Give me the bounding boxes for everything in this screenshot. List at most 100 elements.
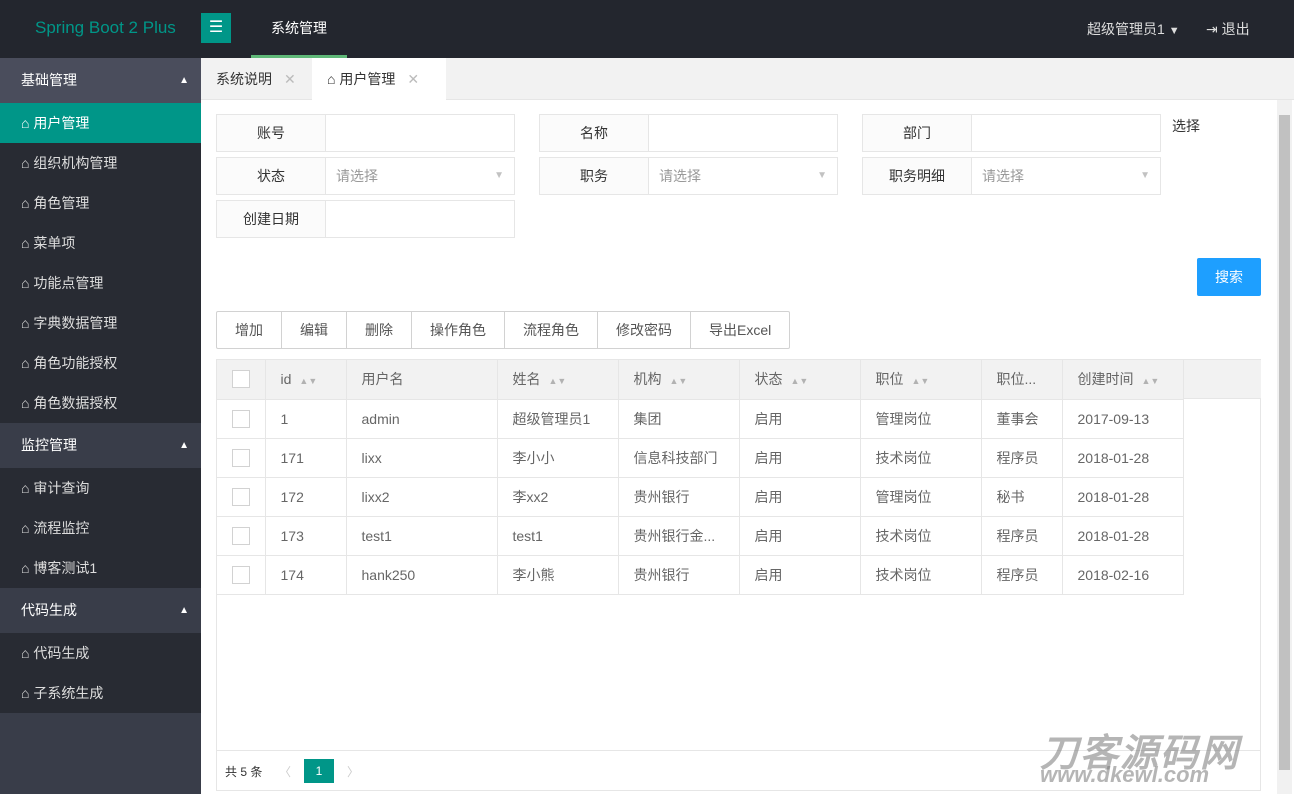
column-header[interactable]: 创建时间 ▲▼ — [1061, 360, 1184, 400]
logout-label: 退出 — [1221, 21, 1250, 37]
select-link[interactable]: 选择 — [1172, 116, 1200, 136]
column-header[interactable]: 机构 ▲▼ — [617, 360, 740, 400]
table-row[interactable]: 174 hank250 李小熊 贵州银行 启用 技术岗位 程序员 2018-02-16 — [217, 554, 1184, 595]
sort-icon[interactable]: ▲▼ — [791, 376, 809, 386]
caret-down-icon: ▼ — [1168, 25, 1180, 37]
toolbar-button[interactable]: 编辑 — [282, 312, 347, 348]
close-icon[interactable]: ✕ — [284, 71, 296, 87]
sidebar: 基础管理 ▲ ⌂ 用户管理 ⌂ 组织机构管理 ⌂ 角色管理 ⌂ 菜单项 ⌂ 功能点管理 ⌂ 字… — [0, 58, 201, 794]
sidebar-item[interactable]: ⌂ 角色数据授权 — [0, 383, 201, 423]
field-input[interactable] — [649, 115, 837, 151]
next-page-button[interactable]: 〉 — [347, 763, 359, 780]
form-field: 状态 请选择 ▼ — [216, 157, 515, 195]
table-row[interactable]: 172 lixx2 李xx2 贵州银行 启用 管理岗位 秘书 2018-01-28 — [217, 476, 1184, 517]
table-cell: 2017-09-13 — [1061, 398, 1184, 439]
checkbox[interactable] — [232, 448, 250, 467]
sort-icon[interactable]: ▲▼ — [1142, 376, 1160, 386]
page-1-button[interactable]: 1 — [304, 759, 334, 783]
row-select[interactable] — [217, 476, 266, 517]
table-cell: 171 — [264, 437, 347, 478]
table-cell: 174 — [264, 554, 347, 595]
sort-icon[interactable]: ▲▼ — [549, 376, 567, 386]
table-cell: 启用 — [738, 554, 861, 595]
scrollbar-thumb[interactable] — [1279, 115, 1290, 770]
close-icon[interactable]: ✕ — [407, 71, 419, 87]
search-button[interactable]: 搜索 — [1197, 258, 1261, 296]
sidebar-item[interactable]: ⌂ 子系统生成 — [0, 673, 201, 713]
column-header[interactable]: 职位 ▲▼ — [859, 360, 982, 400]
prev-page-button[interactable]: 〈 — [279, 763, 291, 780]
sidebar-group[interactable]: 基础管理 ▲ — [0, 58, 201, 103]
sidebar-group[interactable]: 代码生成 ▲ — [0, 588, 201, 633]
table-cell: 启用 — [738, 515, 861, 556]
toolbar-button[interactable]: 操作角色 — [412, 312, 505, 348]
toolbar-button[interactable]: 流程角色 — [505, 312, 598, 348]
checkbox[interactable] — [232, 409, 250, 428]
table-cell: 173 — [264, 515, 347, 556]
sidebar-item[interactable]: ⌂ 字典数据管理 — [0, 303, 201, 343]
sidebar-item-label: 博客测试1 — [33, 560, 98, 576]
table-cell: 信息科技部门 — [617, 437, 740, 478]
tab-user-management[interactable]: ⌂ 用户管理 ✕ — [312, 58, 446, 100]
logout-button[interactable]: ⇥ 退出 — [1206, 19, 1250, 39]
tab-system-info[interactable]: 系统说明 ✕ — [201, 58, 312, 100]
toolbar-button[interactable]: 增加 — [217, 312, 282, 348]
sidebar-group[interactable]: 监控管理 ▲ — [0, 423, 201, 468]
sidebar-item[interactable]: ⌂ 角色管理 — [0, 183, 201, 223]
toolbar-button[interactable]: 修改密码 — [598, 312, 691, 348]
checkbox[interactable] — [232, 526, 250, 545]
column-label: 用户名 — [361, 371, 404, 388]
table-row[interactable]: 173 test1 test1 贵州银行金... 启用 技术岗位 程序员 2018-01-28 — [217, 515, 1184, 556]
sidebar-item[interactable]: ⌂ 组织机构管理 — [0, 143, 201, 183]
user-menu[interactable]: 超级管理员1 ▼ — [1087, 19, 1180, 39]
sidebar-item[interactable]: ⌂ 菜单项 — [0, 223, 201, 263]
field-input[interactable]: 请选择 ▼ — [326, 158, 514, 194]
column-header[interactable]: id ▲▼ — [264, 360, 347, 400]
sidebar-item[interactable]: ⌂ 用户管理 — [0, 103, 201, 143]
table-row[interactable]: 1 admin 超级管理员1 集团 启用 管理岗位 董事会 2017-09-13 — [217, 398, 1184, 439]
scrollbar[interactable] — [1277, 100, 1292, 794]
column-label: 创建时间 — [1077, 371, 1134, 388]
nav-system-management[interactable]: 系统管理 — [251, 0, 347, 58]
sidebar-item[interactable]: ⌂ 代码生成 — [0, 633, 201, 673]
sort-icon[interactable]: ▲▼ — [299, 376, 317, 386]
checkbox[interactable] — [232, 487, 250, 506]
caret-up-icon: ▲ — [179, 440, 189, 451]
sidebar-item[interactable]: ⌂ 功能点管理 — [0, 263, 201, 303]
form-field: 职务明细 请选择 ▼ — [862, 157, 1161, 195]
tab-label: 系统说明 — [216, 71, 272, 87]
table-cell: hank250 — [345, 554, 498, 595]
column-header[interactable]: 姓名 ▲▼ — [496, 360, 619, 400]
home-icon: ⌂ — [21, 235, 30, 251]
form-field: 部门 — [862, 114, 1161, 152]
checkbox[interactable] — [232, 565, 250, 584]
table-cell: lixx2 — [345, 476, 498, 517]
sidebar-item[interactable]: ⌂ 流程监控 — [0, 508, 201, 548]
field-input[interactable] — [326, 115, 514, 151]
column-header[interactable]: 状态 ▲▼ — [738, 360, 861, 400]
checkbox[interactable] — [232, 370, 250, 389]
table-row[interactable]: 171 lixx 李小小 信息科技部门 启用 技术岗位 程序员 2018-01-28 — [217, 437, 1184, 478]
select-all[interactable] — [217, 360, 266, 400]
field-input[interactable] — [326, 201, 514, 237]
field-input[interactable]: 请选择 ▼ — [972, 158, 1160, 194]
sidebar-item[interactable]: ⌂ 审计查询 — [0, 468, 201, 508]
row-select[interactable] — [217, 515, 266, 556]
header-filler — [1184, 360, 1261, 399]
column-header[interactable]: 用户名 — [345, 360, 498, 400]
dropdown-arrow-icon: ▼ — [1140, 170, 1150, 181]
row-select[interactable] — [217, 437, 266, 478]
sort-icon[interactable]: ▲▼ — [670, 376, 688, 386]
sidebar-item[interactable]: ⌂ 博客测试1 — [0, 548, 201, 588]
toolbar-button[interactable]: 导出Excel — [691, 312, 789, 348]
field-input[interactable]: 请选择 ▼ — [649, 158, 837, 194]
table-cell: lixx — [345, 437, 498, 478]
field-input[interactable] — [972, 115, 1160, 151]
sort-icon[interactable]: ▲▼ — [912, 376, 930, 386]
row-select[interactable] — [217, 398, 266, 439]
toolbar-button[interactable]: 删除 — [347, 312, 412, 348]
menu-toggle-button[interactable]: ☰ — [201, 13, 231, 43]
row-select[interactable] — [217, 554, 266, 595]
column-header[interactable]: 职位... — [980, 360, 1063, 400]
sidebar-item[interactable]: ⌂ 角色功能授权 — [0, 343, 201, 383]
